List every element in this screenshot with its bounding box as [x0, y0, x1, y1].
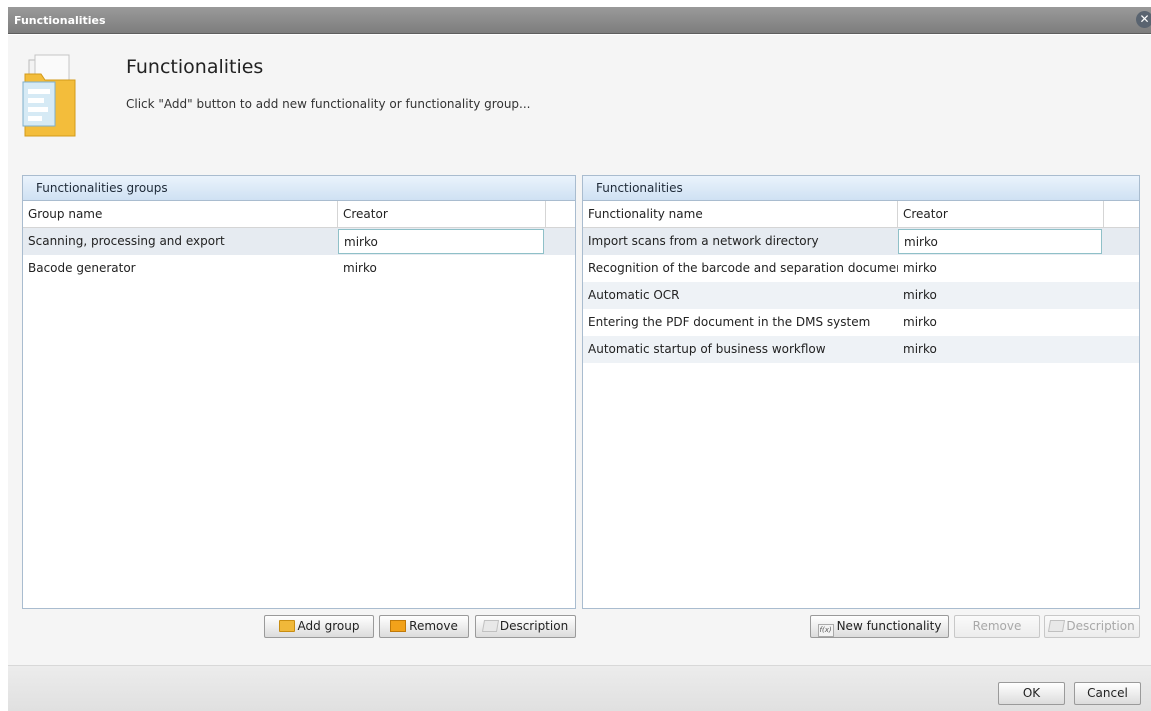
functionalities-panel: Functionalities Functionality name Creat…: [582, 175, 1140, 609]
dialog-footer: OK Cancel: [8, 665, 1151, 711]
table-row[interactable]: Import scans from a network directory mi…: [583, 228, 1139, 255]
ok-button[interactable]: OK: [998, 682, 1065, 705]
cell-functionality-name[interactable]: Automatic OCR: [583, 282, 898, 309]
remove-functionality-label: Remove: [972, 619, 1022, 633]
remove-group-label: Remove: [409, 619, 458, 633]
new-functionality-label: New functionality: [836, 619, 942, 633]
remove-group-button[interactable]: Remove: [379, 615, 469, 638]
cell-creator[interactable]: mirko: [898, 255, 1104, 282]
table-row[interactable]: Bacode generator mirko: [23, 255, 575, 282]
remove-functionality-button[interactable]: Remove: [954, 615, 1040, 638]
cell-creator[interactable]: mirko: [898, 309, 1104, 336]
cell-creator[interactable]: mirko: [338, 229, 544, 254]
folder-documents-icon: [22, 54, 76, 137]
cell-group-name[interactable]: Scanning, processing and export: [23, 228, 338, 255]
add-group-label: Add group: [297, 619, 360, 633]
cell-functionality-name[interactable]: Recognition of the barcode and separatio…: [583, 255, 898, 282]
functionalities-panel-title: Functionalities: [583, 176, 1139, 201]
function-icon: f(x): [817, 624, 834, 637]
groups-panel: Functionalities groups Group name Creato…: [22, 175, 576, 609]
table-row[interactable]: Recognition of the barcode and separatio…: [583, 255, 1139, 282]
cell-creator[interactable]: mirko: [898, 282, 1104, 309]
column-header-filler: [546, 201, 575, 227]
table-row[interactable]: Entering the PDF document in the DMS sys…: [583, 309, 1139, 336]
column-header-creator[interactable]: Creator: [338, 201, 546, 227]
ok-label: OK: [1022, 686, 1041, 700]
close-icon[interactable]: ✕: [1136, 11, 1151, 28]
group-description-button[interactable]: Description: [475, 615, 576, 638]
column-header-functionality-name[interactable]: Functionality name: [583, 201, 898, 227]
cancel-button[interactable]: Cancel: [1074, 682, 1141, 705]
functionalities-grid-header: Functionality name Creator: [583, 201, 1139, 228]
folder-open-icon: [278, 620, 295, 632]
new-functionality-button[interactable]: f(x) New functionality: [810, 615, 949, 638]
cell-functionality-name[interactable]: Entering the PDF document in the DMS sys…: [583, 309, 898, 336]
cell-functionality-name[interactable]: Automatic startup of business workflow: [583, 336, 898, 363]
functionality-description-label: Description: [1066, 619, 1135, 633]
groups-panel-title: Functionalities groups: [23, 176, 575, 201]
cell-functionality-name[interactable]: Import scans from a network directory: [583, 228, 898, 255]
column-header-filler: [1104, 201, 1139, 227]
cell-creator[interactable]: mirko: [898, 336, 1104, 363]
window-titlebar: Functionalities ✕: [8, 7, 1151, 34]
group-description-label: Description: [499, 619, 569, 633]
add-group-button[interactable]: Add group: [264, 615, 374, 638]
window-title: Functionalities: [14, 14, 106, 27]
table-row[interactable]: Automatic OCR mirko: [583, 282, 1139, 309]
page-subtitle: Click "Add" button to add new functional…: [126, 97, 531, 111]
groups-grid-header: Group name Creator: [23, 201, 575, 228]
column-header-creator[interactable]: Creator: [898, 201, 1104, 227]
folder-remove-icon: [390, 620, 407, 632]
description-icon: [1048, 620, 1066, 632]
description-icon: [481, 620, 499, 632]
functionality-description-button[interactable]: Description: [1044, 615, 1140, 638]
cell-creator[interactable]: mirko: [898, 229, 1102, 254]
table-row[interactable]: Automatic startup of business workflow m…: [583, 336, 1139, 363]
table-row[interactable]: Scanning, processing and export mirko: [23, 228, 575, 255]
column-header-group-name[interactable]: Group name: [23, 201, 338, 227]
cell-creator[interactable]: mirko: [338, 255, 546, 282]
cancel-label: Cancel: [1087, 686, 1128, 700]
page-title: Functionalities: [126, 56, 264, 78]
cell-group-name[interactable]: Bacode generator: [23, 255, 338, 282]
dialog: Functionalities Click "Add" button to ad…: [8, 35, 1151, 711]
